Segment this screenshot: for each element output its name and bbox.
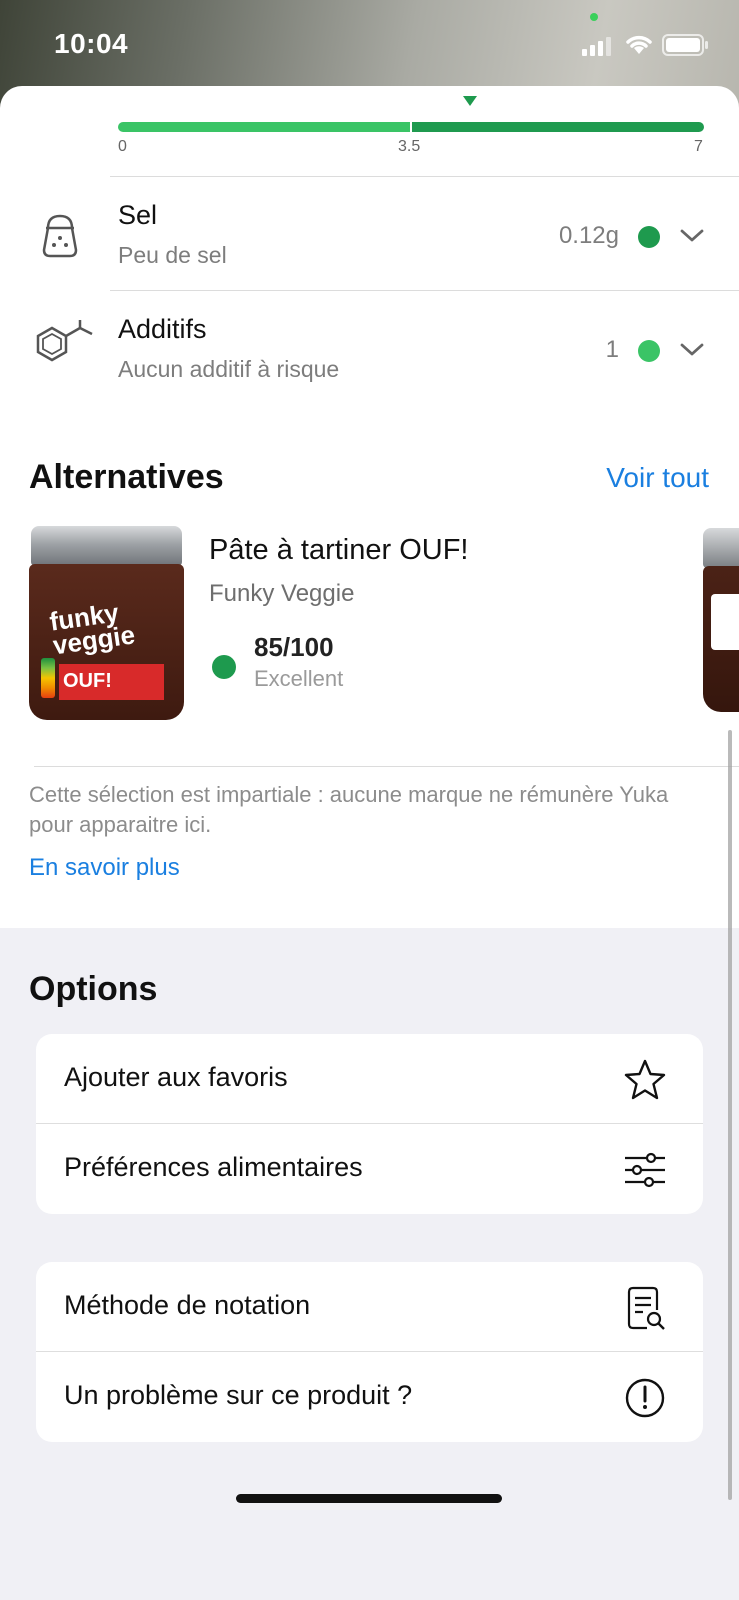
scale-min-label: 0 [118, 138, 127, 155]
see-all-link[interactable]: Voir tout [606, 462, 709, 494]
nutrient-row-additifs[interactable]: Additifs Aucun additif à risque 1 [0, 290, 739, 404]
product-image: funky veggie OUF! [29, 526, 184, 722]
document-search-icon [627, 1286, 665, 1330]
product-sheet: 0 3.5 7 Sel Peu de sel 0.12g Additifs Au… [0, 86, 739, 1600]
wifi-icon [626, 35, 652, 54]
nutrient-title: Sel [118, 200, 158, 230]
nutrient-subtitle: Peu de sel [118, 242, 227, 268]
nutrient-status-dot [638, 226, 660, 248]
scale-mid-label: 3.5 [398, 138, 421, 155]
sliders-icon [625, 1152, 665, 1188]
home-indicator[interactable] [236, 1494, 502, 1503]
next-alternative-peek[interactable] [703, 528, 739, 714]
option-label: Méthode de notation [64, 1290, 311, 1320]
divider [34, 766, 739, 767]
star-icon [624, 1059, 666, 1100]
nutrient-value: 1 [605, 336, 619, 363]
option-label: Un problème sur ce produit ? [64, 1380, 413, 1410]
option-label: Ajouter aux favoris [64, 1062, 288, 1092]
salt-shaker-icon [42, 214, 78, 258]
disclaimer-text: Cette sélection est impartiale : aucune … [29, 782, 669, 837]
exclamation-circle-icon [625, 1378, 665, 1418]
nutrient-value: 0.12g [558, 222, 619, 249]
status-time: 10:04 [54, 28, 129, 59]
scale-marker [463, 96, 477, 106]
nutrient-status-dot [638, 340, 660, 362]
option-rating-method[interactable]: Méthode de notation [36, 1262, 703, 1352]
chevron-down-icon[interactable] [680, 340, 704, 358]
chevron-down-icon[interactable] [680, 226, 704, 244]
option-add-favorites[interactable]: Ajouter aux favoris [36, 1034, 703, 1124]
alternative-score-label: Excellent [254, 666, 344, 691]
nutrient-subtitle: Aucun additif à risque [118, 356, 340, 382]
molecule-icon [36, 320, 93, 362]
option-label: Préférences alimentaires [64, 1152, 363, 1182]
nutrient-row-sel[interactable]: Sel Peu de sel 0.12g [0, 176, 739, 290]
option-food-preferences[interactable]: Préférences alimentaires [36, 1124, 703, 1214]
alternative-product-card[interactable]: funky veggie OUF! Pâte à tartiner OUF! Fu… [29, 526, 709, 726]
alternative-brand: Funky Veggie [209, 580, 355, 607]
scale-bar-high [412, 122, 704, 132]
options-group-1: Ajouter aux favoris Préférences alimenta… [36, 1034, 703, 1214]
learn-more-link[interactable]: En savoir plus [29, 854, 180, 882]
battery-icon [662, 34, 708, 56]
camera-indicator-dot [590, 13, 598, 21]
alternatives-title: Alternatives [29, 458, 224, 496]
options-group-2: Méthode de notation Un problème sur ce p… [36, 1262, 703, 1442]
score-status-dot [212, 655, 236, 679]
options-title: Options [29, 970, 158, 1008]
scale-max-label: 7 [694, 138, 703, 155]
alternative-score: 85/100 [254, 632, 334, 662]
status-bar: 10:04 [0, 0, 739, 88]
scale-bar-low [118, 122, 410, 132]
cellular-signal-icon [582, 37, 611, 56]
alternative-name: Pâte à tartiner OUF! [209, 534, 469, 566]
nutrient-scale: 0 3.5 7 [118, 96, 704, 156]
option-report-problem[interactable]: Un problème sur ce produit ? [36, 1352, 703, 1442]
nutrient-title: Additifs [118, 314, 207, 344]
jar-product-label: OUF! [59, 664, 164, 700]
scroll-indicator[interactable] [728, 730, 732, 1500]
